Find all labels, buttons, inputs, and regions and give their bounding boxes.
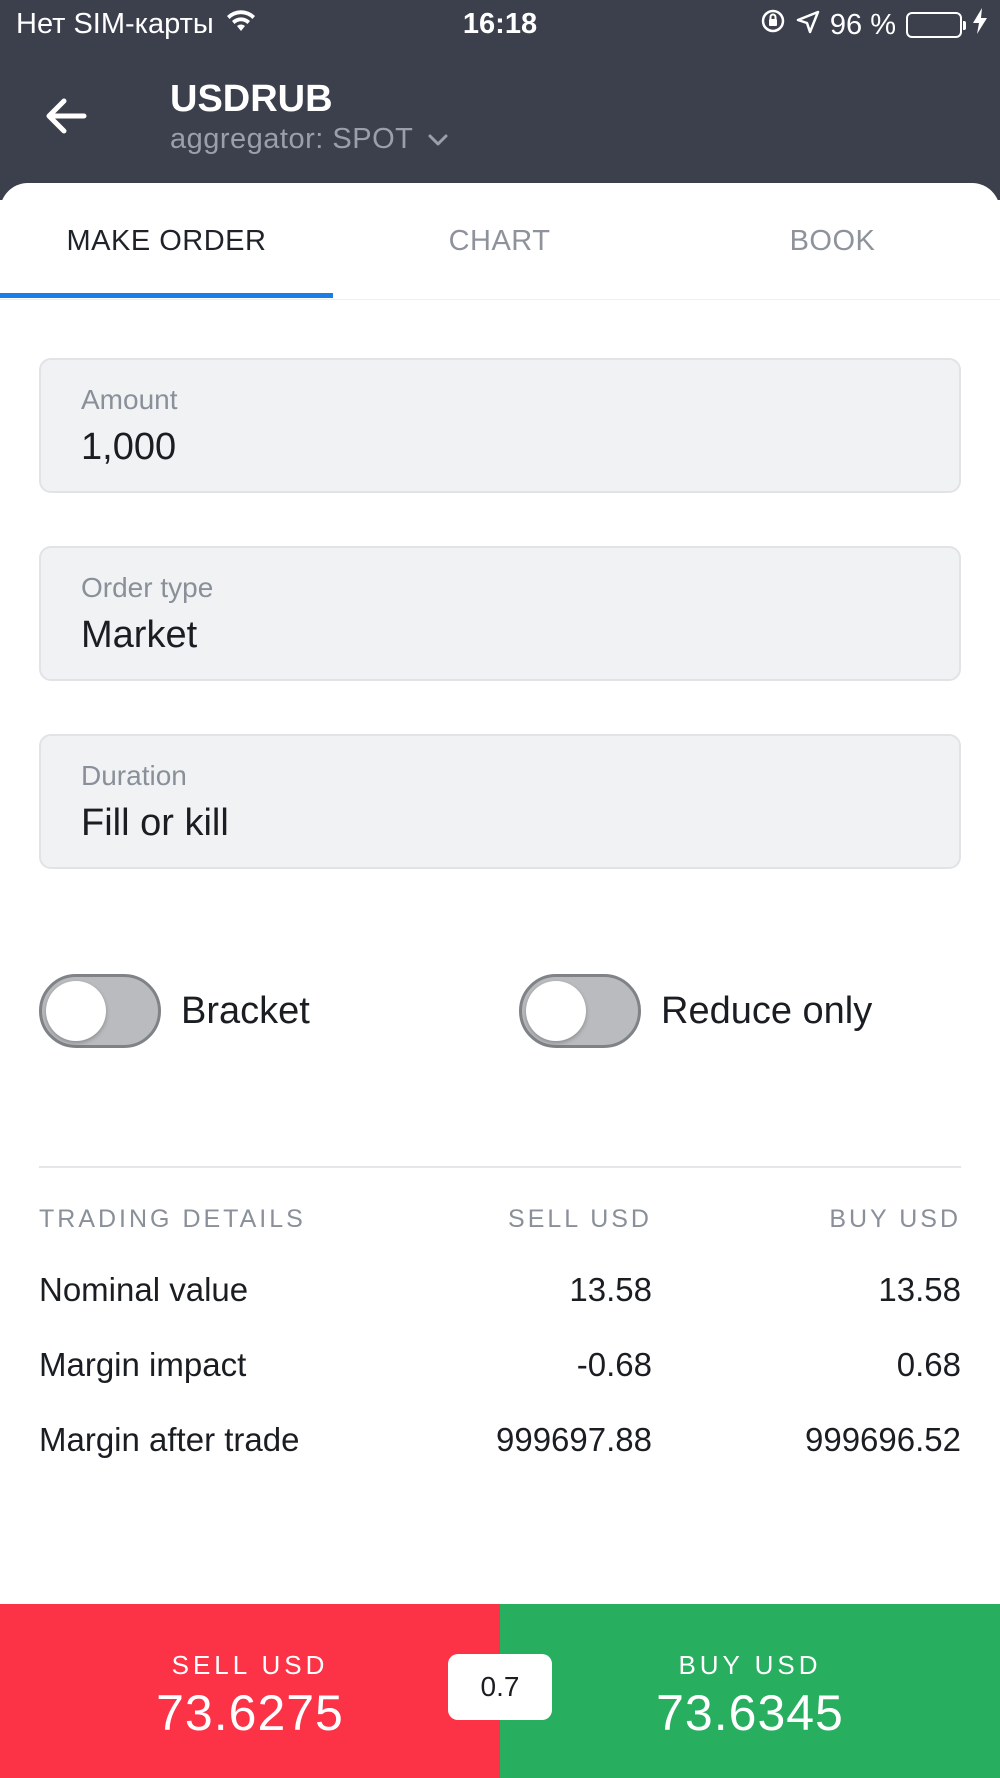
page-title: USDRUB [170,78,333,120]
row-name: Nominal value [39,1271,249,1308]
row-name: Margin impact [39,1346,247,1383]
buy-button[interactable]: BUY USD 73.6345 [500,1604,1000,1778]
battery-percent: 96 % [829,8,896,41]
table-header: TRADING DETAILS SELL USD BUY USD [39,1205,961,1271]
sell-label: SELL USD [171,1650,329,1680]
arrow-left-icon [46,98,87,134]
order-type-select[interactable]: Order type Market [39,546,961,681]
row-buy-value: 0.68 [896,1346,961,1383]
chevron-down-icon [428,134,448,145]
app-header: Нет SIM-карты 16:18 96 % USDRUB aggregat… [0,0,1000,200]
table-row: Margin after trade 999697.88 999696.52 [39,1421,961,1496]
back-button[interactable] [36,88,96,144]
orientation-lock-icon [760,8,786,42]
order-card: MAKE ORDER CHART BOOK Amount 1,000 Order… [0,183,1000,1603]
amount-label: Amount [81,384,178,415]
battery-icon [906,12,966,38]
amount-field[interactable]: Amount 1,000 [39,358,961,493]
row-sell-value: 13.58 [569,1271,652,1308]
row-sell-value: -0.68 [576,1346,652,1383]
charging-icon [972,8,988,42]
aggregator-label: aggregator: SPOT [170,123,414,155]
table-row: Nominal value 13.58 13.58 [39,1271,961,1346]
tab-bar: MAKE ORDER CHART BOOK [0,183,1000,300]
sell-price: 73.6275 [156,1685,344,1741]
bracket-label: Bracket [181,989,310,1032]
table-row: Margin impact -0.68 0.68 [39,1346,961,1421]
buy-price: 73.6345 [656,1685,844,1741]
reduce-only-label: Reduce only [661,989,873,1032]
duration-select[interactable]: Duration Fill or kill [39,734,961,869]
bracket-toggle-row: Bracket [39,974,310,1048]
tab-make-order[interactable]: MAKE ORDER [0,183,333,300]
status-bar: Нет SIM-карты 16:18 96 % [0,0,1000,50]
sell-button[interactable]: SELL USD 73.6275 [0,1604,500,1778]
active-tab-indicator [0,293,333,298]
header-buy-usd: BUY USD [829,1205,961,1233]
reduce-only-toggle-row: Reduce only [519,974,872,1048]
spread-badge: 0.7 [448,1654,552,1720]
buy-label: BUY USD [678,1650,822,1680]
aggregator-dropdown[interactable]: aggregator: SPOT [170,123,449,156]
row-buy-value: 999696.52 [805,1421,961,1458]
tab-book[interactable]: BOOK [666,183,999,300]
order-type-label: Order type [81,572,214,603]
trade-action-bar: SELL USD 73.6275 BUY USD 73.6345 0.7 [0,1604,1000,1778]
row-name: Margin after trade [39,1421,300,1458]
duration-label: Duration [81,760,187,791]
row-buy-value: 13.58 [878,1271,961,1308]
order-type-value: Market [81,614,198,656]
reduce-only-toggle[interactable] [519,974,641,1048]
tab-chart[interactable]: CHART [333,183,666,300]
bracket-toggle[interactable] [39,974,161,1048]
trading-details-table: TRADING DETAILS SELL USD BUY USD Nominal… [39,1205,961,1496]
divider [39,1166,961,1168]
header-sell-usd: SELL USD [508,1205,652,1233]
header-trading-details: TRADING DETAILS [39,1205,306,1233]
amount-value: 1,000 [81,426,177,468]
location-icon [796,9,820,42]
row-sell-value: 999697.88 [496,1421,652,1458]
duration-value: Fill or kill [81,802,229,844]
